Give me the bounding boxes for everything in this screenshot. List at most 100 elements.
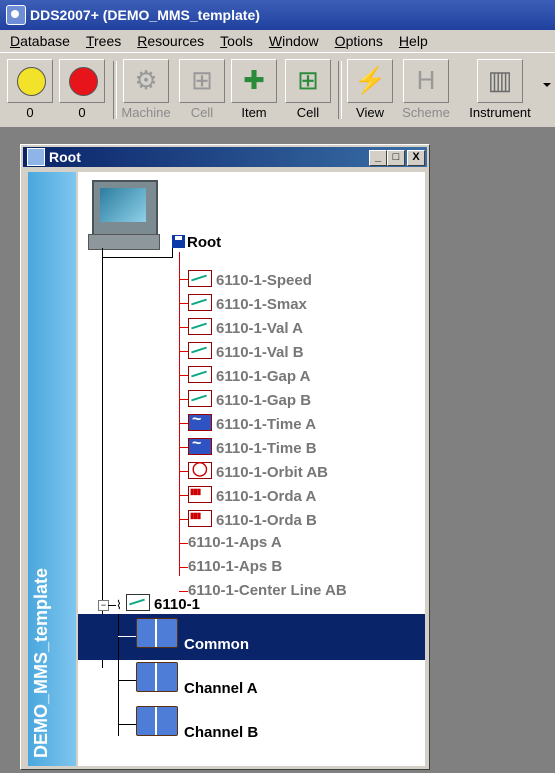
menu-trees[interactable]: Trees xyxy=(76,33,127,49)
yellow-counter-button[interactable]: 0 xyxy=(4,59,56,121)
point-connector xyxy=(179,279,188,280)
point-connector xyxy=(179,303,188,304)
item-icon: ✚ xyxy=(243,65,265,95)
point-label: 6110-1-Val A xyxy=(216,320,304,337)
point-node[interactable]: 6110-1-Val A xyxy=(188,318,303,337)
points-connector xyxy=(179,252,180,576)
red-circle-icon xyxy=(69,67,98,96)
point-node[interactable]: 6110-1-Orda A xyxy=(188,486,316,505)
point-node[interactable]: 6110-1-Time A xyxy=(188,411,317,433)
menu-mnemonic: O xyxy=(334,33,346,49)
tree-root-label: Root xyxy=(187,234,222,251)
book-icon xyxy=(136,662,178,692)
trend-icon xyxy=(188,366,212,383)
group-node[interactable]: Channel B xyxy=(184,724,258,741)
menu-label: esources xyxy=(147,33,205,49)
trend-icon xyxy=(188,390,212,407)
machine-node[interactable]: ⌇ 6110-1 xyxy=(116,594,200,613)
cell-button[interactable]: ⊞ Cell xyxy=(282,59,334,121)
item-button[interactable]: ✚ Item xyxy=(228,59,280,121)
tree-connector xyxy=(118,724,136,725)
scheme-icon: H xyxy=(416,65,436,95)
tree-connector xyxy=(118,636,136,637)
point-connector xyxy=(179,543,188,544)
group-node[interactable]: Channel A xyxy=(184,680,258,697)
minimize-button[interactable]: _ xyxy=(369,150,387,166)
machine-icon: ⚙ xyxy=(134,65,158,95)
instrument-icon: ▥ xyxy=(487,65,513,95)
point-connector xyxy=(179,375,188,376)
root-window-title-bar[interactable]: Root _ □ X xyxy=(23,147,427,167)
menu-mnemonic: T xyxy=(85,33,94,49)
tree-root-node[interactable]: Root xyxy=(172,234,221,251)
red-counter-label: 0 xyxy=(78,105,86,120)
point-connector xyxy=(179,495,188,496)
point-node[interactable]: 6110-1-Time B xyxy=(188,435,317,457)
cell-label: Cell xyxy=(296,105,320,120)
point-label: 6110-1-Gap B xyxy=(216,392,312,409)
point-node[interactable]: 6110-1-Orbit AB xyxy=(188,460,328,481)
point-label: 6110-1-Orda B xyxy=(216,512,317,529)
menu-window[interactable]: Window xyxy=(259,33,325,49)
point-node[interactable]: 6110-1-Gap B xyxy=(188,390,311,409)
point-node[interactable]: 6110-1-Smax xyxy=(188,294,307,313)
item-label: Item xyxy=(241,105,267,120)
point-node[interactable]: 6110-1-Aps B xyxy=(188,558,282,575)
toolbar-separator xyxy=(113,61,117,119)
toolbar-separator xyxy=(338,61,342,119)
point-node[interactable]: 6110-1-Gap A xyxy=(188,366,311,385)
restore-button[interactable]: □ xyxy=(387,150,405,166)
menu-options[interactable]: Options xyxy=(325,33,389,49)
trend-icon xyxy=(126,594,151,611)
point-node[interactable]: 6110-1-Orda B xyxy=(188,510,317,529)
point-node[interactable]: 6110-1-Speed xyxy=(188,270,312,289)
book-icon xyxy=(136,618,178,648)
view-icon: ⚡ xyxy=(354,65,387,95)
point-connector xyxy=(179,327,188,328)
app-title: DDS2007+ (DEMO_MMS_template) xyxy=(30,7,260,23)
cell-label-disabled: Cell xyxy=(190,105,214,120)
point-connector xyxy=(179,351,188,352)
trend-icon xyxy=(188,270,212,287)
menu-resources[interactable]: Resources xyxy=(127,33,210,49)
group-node[interactable]: Common xyxy=(184,636,249,653)
point-label: 6110-1-Center Line AB xyxy=(188,582,347,599)
point-label: 6110-1-Orda A xyxy=(216,488,317,505)
point-label: 6110-1-Orbit AB xyxy=(216,464,328,481)
menu-mnemonic: H xyxy=(398,33,410,49)
point-label: 6110-1-Time A xyxy=(216,416,317,433)
view-label: View xyxy=(356,105,384,120)
menu-mnemonic: D xyxy=(10,33,21,49)
menu-help[interactable]: Help xyxy=(389,33,434,49)
point-connector xyxy=(179,591,188,592)
scheme-label: Scheme xyxy=(402,105,450,120)
menu-label: atabase xyxy=(20,33,70,49)
tree-connector xyxy=(108,605,116,606)
tree-view[interactable]: Root 6110-1-Speed 6110-1-Smax 6110-1-Val A… xyxy=(78,172,425,766)
red-counter-button[interactable]: 0 xyxy=(56,59,108,121)
view-button[interactable]: ⚡ View xyxy=(344,59,396,121)
tree-connector xyxy=(102,257,172,258)
yellow-counter-label: 0 xyxy=(26,105,34,120)
machine-button[interactable]: ⚙ Machine xyxy=(120,59,172,121)
point-label: 6110-1-Aps B xyxy=(188,558,283,575)
close-button[interactable]: X xyxy=(407,150,425,166)
menu-label: ptions xyxy=(345,33,383,49)
app-title-bar[interactable]: DDS2007+ (DEMO_MMS_template) xyxy=(0,0,555,30)
point-node[interactable]: 6110-1-Val B xyxy=(188,342,304,361)
point-node[interactable]: 6110-1-Aps A xyxy=(188,534,282,551)
menu-mnemonic: W xyxy=(268,33,283,49)
point-node[interactable]: 6110-1-Center Line AB xyxy=(188,582,347,599)
cell-button-disabled[interactable]: ⊞ Cell xyxy=(176,59,228,121)
tree-connector xyxy=(118,614,119,736)
menu-database[interactable]: Database xyxy=(0,33,76,49)
menu-label: rees xyxy=(94,33,122,49)
machine-label: 6110-1 xyxy=(154,596,200,613)
yellow-circle-icon xyxy=(17,67,46,96)
toolbar: 0 0 ⚙ Machine ⊞ Cell ✚ Item ⊞ Cell ⚡ Vie… xyxy=(0,52,555,128)
toolbar-overflow-icon[interactable] xyxy=(543,83,551,87)
scheme-button[interactable]: H Scheme xyxy=(400,59,452,121)
instrument-button[interactable]: ▥ Instrument xyxy=(460,59,540,121)
point-label: 6110-1-Aps A xyxy=(188,534,282,551)
menu-tools[interactable]: Tools xyxy=(210,33,259,49)
